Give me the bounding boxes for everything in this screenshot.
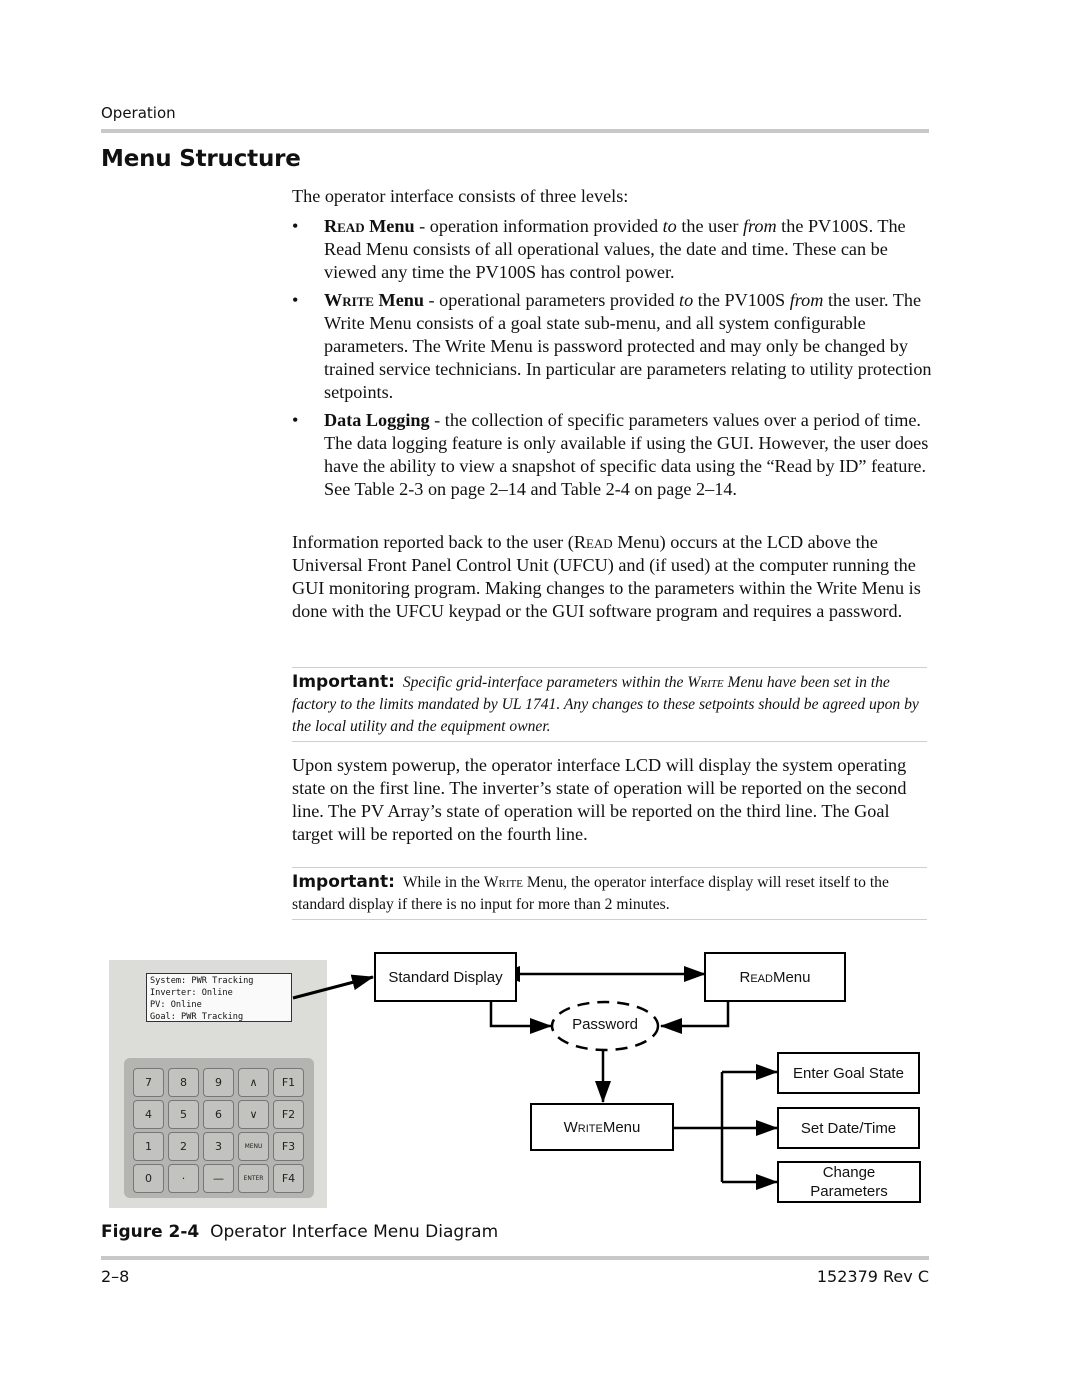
footer-rule bbox=[101, 1256, 929, 1260]
arrow-lcd-to-standard-display bbox=[292, 974, 374, 1000]
node-password: Password bbox=[572, 1016, 638, 1033]
node-change-parameters: Change Parameters bbox=[777, 1161, 921, 1203]
page-number: 2–8 bbox=[101, 1267, 130, 1286]
node-write-menu: Write Menu bbox=[530, 1103, 674, 1151]
figure-title: Operator Interface Menu Diagram bbox=[210, 1222, 499, 1242]
node-set-date-time: Set Date/Time bbox=[777, 1107, 920, 1149]
arrow-read-to-password bbox=[660, 1002, 730, 1034]
figure-number: Figure 2-4 bbox=[101, 1222, 200, 1242]
node-read-menu: Read Menu bbox=[704, 952, 846, 1002]
document-revision: 152379 Rev C bbox=[816, 1267, 929, 1286]
node-enter-goal-state: Enter Goal State bbox=[777, 1052, 920, 1094]
arrow-standard-to-password bbox=[489, 1002, 552, 1034]
figure-caption: Figure 2-4 Operator Interface Menu Diagr… bbox=[101, 1222, 498, 1242]
node-standard-display: Standard Display bbox=[374, 952, 517, 1002]
